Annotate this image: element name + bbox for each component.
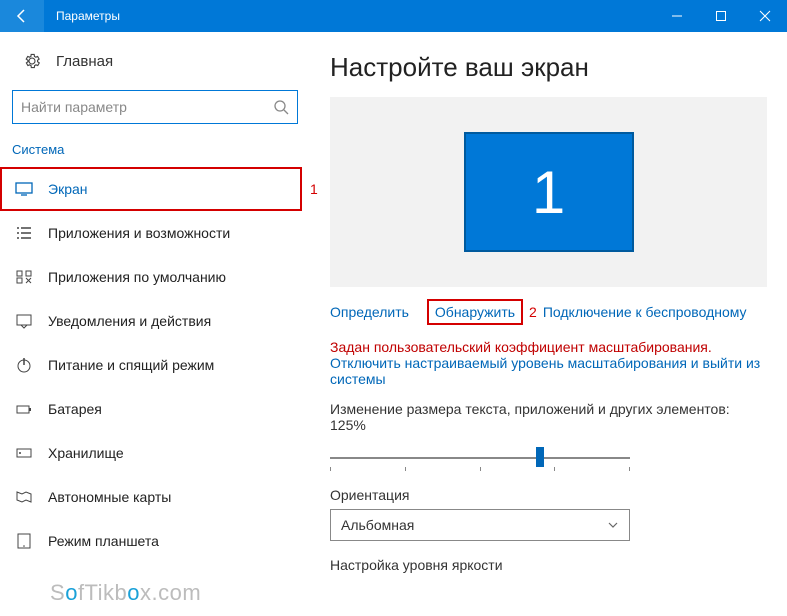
back-button[interactable]	[0, 0, 44, 32]
scale-label: Изменение размера текста, приложений и д…	[330, 401, 767, 433]
monitor-thumbnail[interactable]: 1	[464, 132, 634, 252]
close-button[interactable]	[743, 0, 787, 32]
sidebar-item-label: Приложения по умолчанию	[48, 269, 226, 285]
arrow-left-icon	[14, 8, 30, 24]
watermark: SofTikbox.com	[50, 580, 201, 606]
slider-track	[330, 457, 630, 459]
page-title: Настройте ваш экран	[330, 52, 767, 83]
battery-icon	[12, 400, 36, 418]
detect-link[interactable]: Обнаружить	[435, 304, 515, 320]
brightness-label: Настройка уровня яркости	[330, 557, 767, 573]
sidebar-item-storage[interactable]: Хранилище	[0, 431, 310, 475]
orientation-label: Ориентация	[330, 487, 767, 503]
tablet-icon	[12, 532, 36, 550]
main-panel: Настройте ваш экран 1 Определить Обнаруж…	[310, 32, 787, 616]
display-arrangement[interactable]: 1	[330, 97, 767, 287]
search-container	[12, 90, 298, 124]
search-box[interactable]	[12, 90, 298, 124]
minimize-icon	[671, 10, 683, 22]
search-icon	[273, 99, 289, 115]
display-links-row: Определить Обнаружить 2 Подключение к бе…	[330, 299, 767, 325]
default-apps-icon	[12, 268, 36, 286]
power-icon	[12, 356, 36, 374]
sidebar-item-notifications[interactable]: Уведомления и действия	[0, 299, 310, 343]
sidebar-item-label: Уведомления и действия	[48, 313, 211, 329]
minimize-button[interactable]	[655, 0, 699, 32]
sidebar-home[interactable]: Главная	[0, 44, 310, 78]
chevron-down-icon	[607, 519, 619, 531]
sidebar-item-default-apps[interactable]: Приложения по умолчанию	[0, 255, 310, 299]
sidebar-item-apps-features[interactable]: Приложения и возможности	[0, 211, 310, 255]
content-area: Главная Система Экран 1 Приложения и	[0, 32, 787, 616]
maximize-button[interactable]	[699, 0, 743, 32]
notifications-icon	[12, 312, 36, 330]
scaling-warning: Задан пользовательский коэффициент масшт…	[330, 339, 767, 355]
sidebar-item-tablet-mode[interactable]: Режим планшета	[0, 519, 310, 563]
map-icon	[12, 488, 36, 506]
display-icon	[12, 180, 36, 198]
window-title: Параметры	[44, 9, 655, 23]
scale-slider[interactable]	[330, 443, 630, 471]
sidebar-item-label: Питание и спящий режим	[48, 357, 214, 373]
sidebar-item-label: Приложения и возможности	[48, 225, 230, 241]
sidebar-item-power-sleep[interactable]: Питание и спящий режим	[0, 343, 310, 387]
titlebar: Параметры	[0, 0, 787, 32]
identify-link[interactable]: Определить	[330, 304, 409, 320]
sidebar-item-label: Хранилище	[48, 445, 124, 461]
sidebar-item-display[interactable]: Экран	[0, 167, 310, 211]
sidebar: Главная Система Экран 1 Приложения и	[0, 32, 310, 616]
sidebar-item-label: Экран	[48, 181, 88, 197]
sidebar-item-label: Режим планшета	[48, 533, 159, 549]
sidebar-item-label: Автономные карты	[48, 489, 171, 505]
sidebar-item-offline-maps[interactable]: Автономные карты	[0, 475, 310, 519]
annotation-number-1: 1	[310, 181, 318, 197]
annotation-number-2: 2	[529, 304, 537, 320]
maximize-icon	[715, 10, 727, 22]
sidebar-item-battery[interactable]: Батарея	[0, 387, 310, 431]
list-icon	[12, 224, 36, 242]
search-input[interactable]	[21, 99, 273, 115]
slider-thumb[interactable]	[536, 447, 544, 467]
sidebar-category: Система	[0, 138, 310, 161]
gear-icon	[20, 52, 44, 70]
close-icon	[759, 10, 771, 22]
monitor-number: 1	[532, 158, 565, 227]
disable-scaling-link[interactable]: Отключить настраиваемый уровень масштаби…	[330, 355, 767, 387]
annotation-box-2: Обнаружить	[427, 299, 523, 325]
storage-icon	[12, 444, 36, 462]
wireless-link[interactable]: Подключение к беспроводному	[543, 304, 747, 320]
orientation-select[interactable]: Альбомная	[330, 509, 630, 541]
orientation-value: Альбомная	[341, 517, 414, 533]
sidebar-item-label: Батарея	[48, 401, 102, 417]
sidebar-home-label: Главная	[56, 53, 113, 70]
slider-ticks	[330, 467, 630, 471]
